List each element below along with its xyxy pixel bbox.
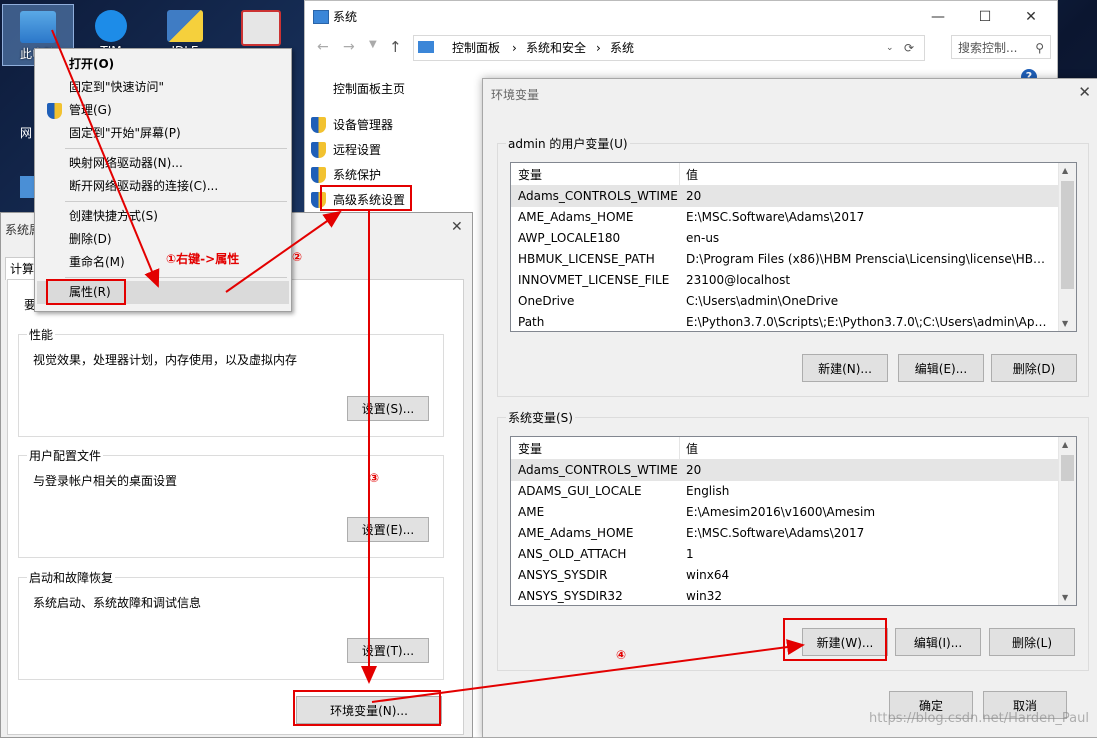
watermark: https://blog.csdn.net/Harden_Paul — [869, 711, 1089, 726]
annotation-step1: ①右键->属性 — [166, 252, 240, 266]
arrow-step4 — [371, 639, 805, 703]
annotation-step4: ④ — [616, 648, 627, 662]
arrow-step1 — [51, 29, 160, 288]
annotation-step2: ② — [292, 250, 303, 264]
annotation-arrows — [51, 29, 805, 703]
annotation-step3: ③ — [369, 471, 380, 485]
arrow-step2 — [225, 210, 342, 293]
screen: { "desktop": { "icons": [ {"label": "此电脑… — [0, 0, 1097, 738]
